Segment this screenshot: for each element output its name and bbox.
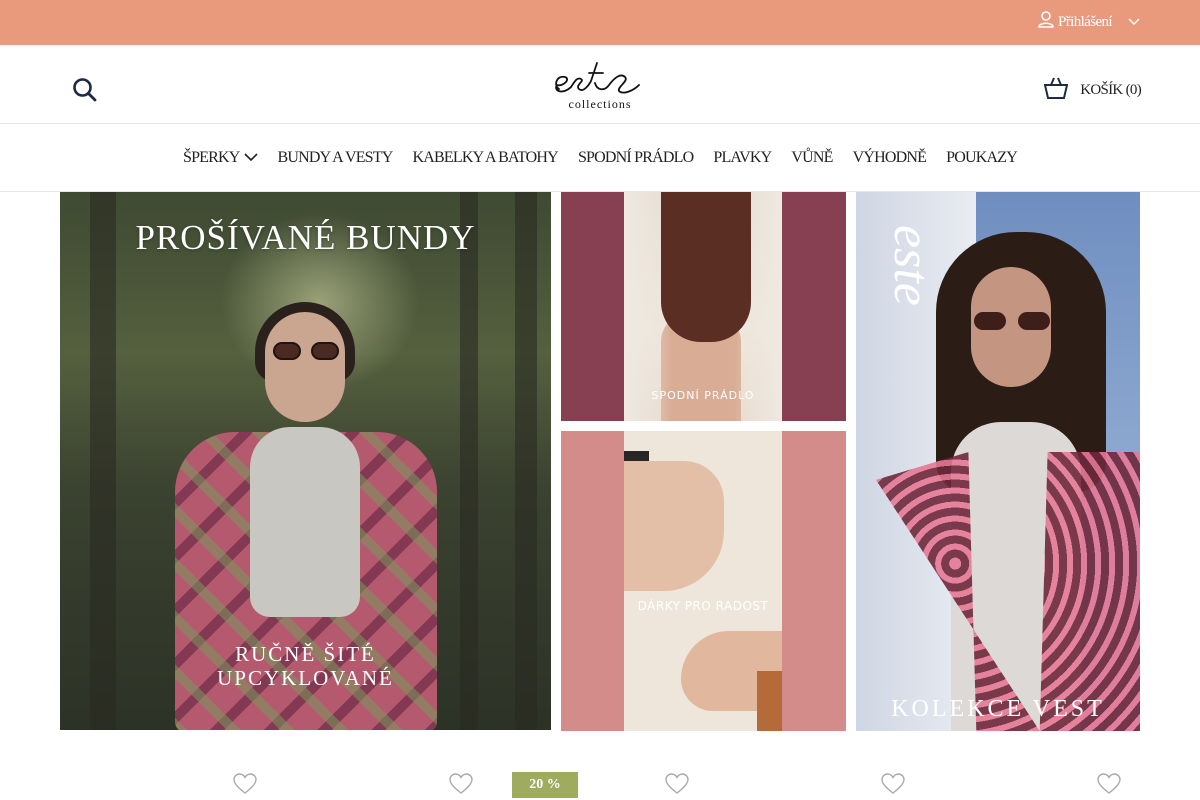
heart-icon[interactable] bbox=[881, 773, 905, 795]
sunglasses bbox=[273, 342, 339, 360]
cart-label: KOŠÍK (0) bbox=[1080, 82, 1141, 98]
heart-icon[interactable] bbox=[665, 773, 689, 795]
banner-model-face bbox=[265, 312, 345, 422]
cart-button[interactable]: KOŠÍK (0) bbox=[1043, 77, 1142, 104]
nav-item-label: VÝHODNĚ bbox=[852, 148, 927, 166]
heart-icon[interactable] bbox=[449, 773, 473, 795]
login-label[interactable]: Přihlášení bbox=[1058, 14, 1113, 31]
top-bar: Přihlášení bbox=[0, 0, 1200, 45]
nav-item-label: PLAVKY bbox=[713, 148, 772, 166]
banner-jackets[interactable]: PROŠÍVANÉ BUNDY RUČNĚ ŠITÉ UPCYKLOVANÉ bbox=[60, 192, 551, 730]
banner-gifts[interactable]: DÁRKY PRO RADOST bbox=[561, 431, 846, 731]
nav-item-kabelky-a-batohy[interactable]: KABELKY A BATOHY bbox=[412, 148, 559, 167]
nav-item-label: SPODNÍ PRÁDLO bbox=[577, 148, 694, 166]
nav-item-label: VŮNĚ bbox=[791, 148, 833, 166]
site-logo[interactable]: collections bbox=[545, 51, 655, 117]
nav-item-sperky[interactable]: ŠPERKY bbox=[183, 149, 258, 167]
banner-caption: KOLEKCE VEST bbox=[891, 696, 1105, 722]
logo-subtitle: collections bbox=[568, 97, 632, 111]
discount-badge: 20 % bbox=[512, 772, 578, 798]
banner-brand: este bbox=[883, 225, 940, 306]
heart-icon[interactable] bbox=[1097, 773, 1121, 795]
banner-model-hair bbox=[661, 192, 751, 342]
banner-vests[interactable]: este KOLEKCE VEST bbox=[856, 192, 1140, 731]
heart-icon[interactable] bbox=[233, 773, 257, 795]
banner-subtitle-line: UPCYKLOVANÉ bbox=[217, 666, 394, 690]
hoodie bbox=[250, 427, 360, 617]
nav-item-spodni-pradlo[interactable]: SPODNÍ PRÁDLO bbox=[577, 148, 694, 167]
user-icon bbox=[1038, 11, 1054, 33]
search-icon[interactable] bbox=[72, 77, 98, 103]
sleeve bbox=[757, 671, 782, 731]
banner-caption: SPODNÍ PRÁDLO bbox=[651, 389, 755, 402]
nav-item-bundy-a-vesty[interactable]: BUNDY A VESTY bbox=[277, 148, 394, 167]
nav-item-poukazy[interactable]: POUKAZY bbox=[946, 148, 1018, 167]
nav-item-label: BUNDY A VESTY bbox=[277, 148, 394, 166]
nav-item-vune[interactable]: VŮNĚ bbox=[791, 148, 833, 167]
basket-icon bbox=[1043, 77, 1069, 104]
banner-title: PROŠÍVANÉ BUNDY bbox=[135, 218, 476, 257]
chevron-down-icon[interactable] bbox=[1128, 14, 1140, 31]
product-grid bbox=[0, 760, 1200, 800]
nav-item-label: POUKAZY bbox=[946, 148, 1018, 166]
nav-item-label: ŠPERKY bbox=[182, 148, 240, 166]
banner-underwear[interactable]: SPODNÍ PRÁDLO bbox=[561, 192, 846, 421]
login-menu[interactable]: Přihlášení bbox=[1038, 11, 1140, 33]
banner-caption: DÁRKY PRO RADOST bbox=[637, 599, 769, 613]
nav-item-label: KABELKY A BATOHY bbox=[412, 148, 559, 166]
chevron-down-icon bbox=[243, 149, 258, 167]
site-header: collections KOŠÍK (0) bbox=[0, 45, 1200, 124]
banner-subtitle: RUČNĚ ŠITÉ UPCYKLOVANÉ bbox=[60, 642, 551, 690]
main-nav: ŠPERKY BUNDY A VESTY KABELKY A BATOHY SP… bbox=[0, 124, 1200, 192]
sunglasses bbox=[974, 312, 1050, 332]
nav-item-vyhodne[interactable]: VÝHODNĚ bbox=[853, 149, 927, 167]
banner-subtitle-line: RUČNĚ ŠITÉ bbox=[235, 642, 376, 666]
nav-item-plavky[interactable]: PLAVKY bbox=[713, 148, 772, 167]
